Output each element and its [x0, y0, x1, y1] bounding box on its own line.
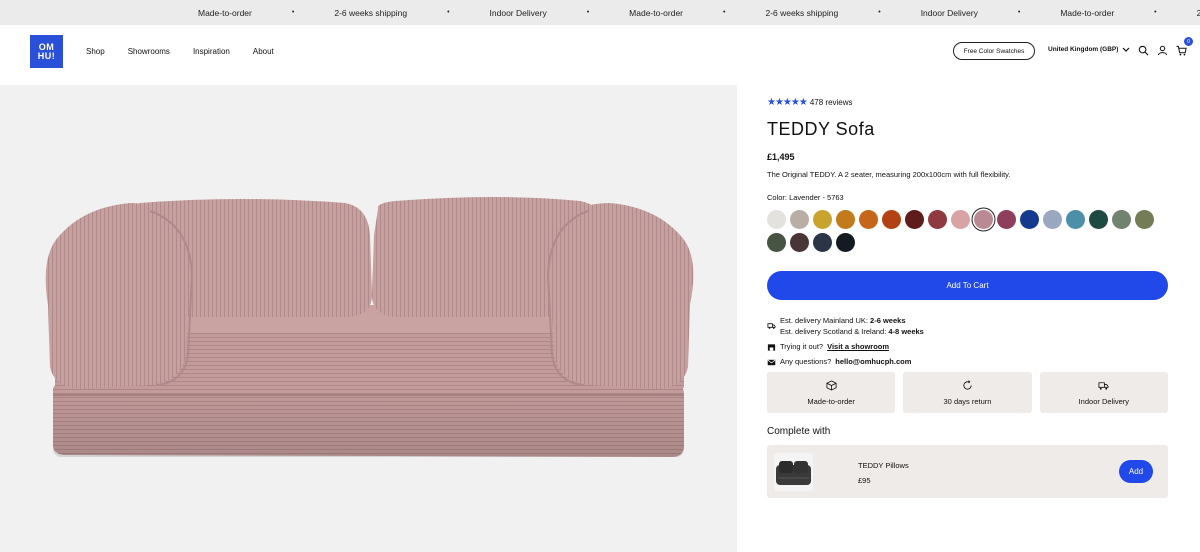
color-swatch[interactable] [928, 210, 947, 229]
showroom-info: Trying it out? Visit a showroom [767, 342, 889, 352]
color-swatch[interactable] [1066, 210, 1085, 229]
main-nav: Shop Showrooms Inspiration About [86, 25, 297, 77]
color-label: Color: Lavender - 5763 [767, 193, 844, 202]
feature-label: Made-to-order [807, 396, 855, 406]
color-swatch[interactable] [1112, 210, 1131, 229]
visit-showroom-link[interactable]: Visit a showroom [827, 342, 889, 351]
questions-prefix: Any questions? [780, 357, 832, 366]
feature-return: 30 days return [903, 372, 1032, 413]
color-swatch[interactable] [836, 233, 855, 252]
color-swatch[interactable] [997, 210, 1016, 229]
addon-price: £95 [858, 476, 871, 485]
feature-indoor-delivery: Indoor Delivery [1039, 372, 1168, 413]
ticker-item: 2-6 weeks shipping [765, 7, 839, 18]
delivery-scot-label: Est. delivery Scotland & Ireland: [780, 327, 889, 336]
feature-label: 30 days return [943, 396, 992, 406]
addon-image[interactable] [774, 453, 813, 491]
ticker-item: Made-to-order [1060, 7, 1115, 18]
free-swatches-button[interactable]: Free Color Swatches [953, 42, 1035, 60]
add-to-cart-button[interactable]: Add To Cart [767, 271, 1168, 300]
ticker-separator: • [291, 9, 295, 16]
ticker-item: 2-6 weeks shipping [1196, 7, 1200, 18]
store-icon [767, 344, 776, 351]
color-swatch[interactable] [767, 210, 786, 229]
color-swatch[interactable] [882, 210, 901, 229]
nav-showrooms[interactable]: Showrooms [128, 47, 170, 56]
color-swatch[interactable] [790, 210, 809, 229]
account-icon[interactable] [1157, 45, 1168, 56]
color-swatch[interactable] [1020, 210, 1039, 229]
region-label: United Kingdom (GBP) [1048, 46, 1119, 53]
ticker-item: Made-to-order [198, 7, 252, 18]
ticker-separator: • [1017, 9, 1021, 16]
add-addon-button[interactable]: Add [1119, 460, 1153, 483]
product-title: TEDDY Sofa [767, 119, 875, 139]
mail-icon [767, 359, 776, 366]
ticker-item: Made-to-order [629, 7, 684, 18]
delivery-scot-value: 4-8 weeks [888, 327, 924, 336]
cart-count-badge: 0 [1184, 37, 1193, 46]
rating[interactable]: ★★★★★ 478 reviews [767, 97, 853, 108]
delivery-uk-value: 2-6 weeks [870, 316, 906, 325]
color-swatch[interactable] [859, 210, 878, 229]
delivery-estimate: Est. delivery Mainland UK: 2-6 weeks Est… [767, 316, 924, 336]
feature-cards: Made-to-order 30 days return Indoor Deli… [767, 372, 1168, 413]
color-swatch[interactable] [1043, 210, 1062, 229]
nav-about[interactable]: About [253, 47, 274, 56]
delivery-truck-icon [1098, 381, 1109, 390]
ticker-separator: • [447, 9, 450, 16]
color-swatch[interactable] [767, 233, 786, 252]
contact-info: Any questions? hello@omhucph.com [767, 357, 911, 367]
box-icon [826, 379, 837, 391]
nav-inspiration[interactable]: Inspiration [193, 47, 230, 56]
color-swatch[interactable] [1089, 210, 1108, 229]
color-swatch[interactable] [813, 233, 832, 252]
ticker-track: Made-to-order • 2-6 weeks shipping • Indoor … [198, 0, 1200, 25]
region-selector[interactable]: United Kingdom (GBP) [1048, 46, 1130, 53]
color-swatch[interactable] [1135, 210, 1154, 229]
ticker-item: Indoor Delivery [920, 7, 978, 18]
pillows-thumbnail [774, 453, 813, 491]
brand-logo[interactable]: OM HU! [30, 35, 63, 68]
feature-made-to-order: Made-to-order [767, 372, 896, 413]
addon-name[interactable]: TEDDY Pillows [858, 461, 909, 470]
search-icon[interactable] [1138, 45, 1149, 56]
color-swatch[interactable] [951, 210, 970, 229]
delivery-uk-label: Est. delivery Mainland UK: [780, 316, 871, 325]
sofa-illustration [45, 197, 694, 457]
color-swatch[interactable] [836, 210, 855, 229]
color-swatch[interactable] [905, 210, 924, 229]
announcement-ticker: Made-to-order • 2-6 weeks shipping • Indoor … [0, 0, 1200, 25]
chevron-down-icon [1122, 47, 1130, 52]
product-description: The Original TEDDY. A 2 seater, measurin… [767, 170, 1011, 179]
addon-card: TEDDY Pillows £95 Add [767, 445, 1168, 498]
star-icon: ★★★★★ [767, 97, 808, 108]
color-swatches [767, 210, 1169, 252]
ticker-separator: • [878, 9, 881, 16]
product-image[interactable] [0, 85, 737, 552]
ticker-separator: • [723, 9, 726, 16]
ticker-separator: • [1154, 9, 1157, 16]
return-icon [963, 379, 972, 390]
ticker-item: 2-6 weeks shipping [334, 7, 408, 18]
product-price: £1,495 [767, 152, 795, 162]
color-swatch[interactable] [813, 210, 832, 229]
feature-label: Indoor Delivery [1078, 396, 1130, 406]
contact-email-link[interactable]: hello@omhucph.com [835, 357, 911, 366]
review-count: 478 reviews [809, 98, 853, 107]
delivery-truck-icon [767, 323, 776, 329]
nav-shop[interactable]: Shop [86, 47, 105, 56]
site-header: OM HU! Shop Showrooms Inspiration About F… [0, 25, 1200, 85]
complete-with-heading: Complete with [767, 426, 831, 437]
cart-icon[interactable] [1176, 45, 1187, 56]
ticker-separator: • [586, 9, 590, 16]
color-swatch[interactable] [974, 210, 993, 229]
color-swatch[interactable] [790, 233, 809, 252]
showroom-prefix: Trying it out? [780, 342, 824, 351]
ticker-item: Indoor Delivery [489, 7, 547, 18]
